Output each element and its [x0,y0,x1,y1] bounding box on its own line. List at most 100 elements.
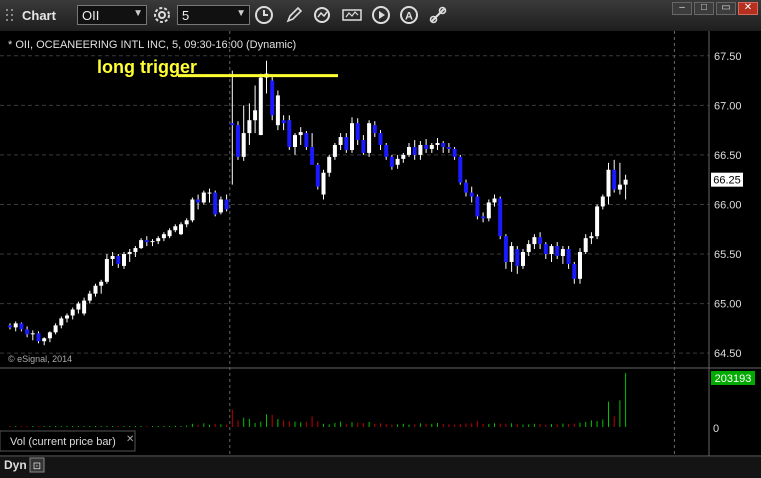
candle-down [19,323,24,330]
candle-up [258,77,263,136]
candle-up [253,110,258,121]
candle-up [549,246,554,255]
interval-input[interactable]: 5 ▼ [177,5,250,25]
maximize-button[interactable]: □ [694,2,714,15]
candle-up [110,255,115,259]
candle-up [156,238,161,242]
candle-down [270,80,275,116]
candle-up [600,196,605,207]
candle-down [424,144,429,149]
price-tick-label: 66.50 [714,150,742,162]
candle-down [503,236,508,262]
price-tick-label: 65.00 [714,299,742,311]
candle-down [566,249,571,264]
candle-up [59,318,64,326]
symbol-dropdown-icon[interactable]: ▼ [133,8,143,19]
candle-up [418,144,423,155]
draw-pencil-icon[interactable] [284,5,304,25]
candle-down [315,164,320,187]
interval-dropdown-icon[interactable]: ▼ [236,8,246,19]
candle-up [184,220,189,225]
candle-down [361,140,366,153]
candle-down [304,133,309,147]
candle-up [241,133,246,157]
candle-up [623,179,628,185]
candle-up [532,237,537,245]
candle-down [196,199,201,203]
alert-icon[interactable]: A [399,5,419,25]
price-tick-label: 64.50 [714,348,742,360]
time-axis-bar [0,457,761,478]
candle-down [555,246,560,256]
price-tick-label: 67.00 [714,100,742,112]
candle-down [612,169,617,190]
candle-down [144,240,149,243]
candle-down [116,255,121,264]
candle-down [441,143,446,147]
play-icon[interactable] [371,5,391,25]
price-tick-label: 67.50 [714,51,742,63]
svg-text:A: A [405,11,413,23]
candle-down [389,156,394,167]
candle-down [372,125,377,134]
candle-down [281,120,286,124]
candle-down [230,123,235,126]
candle-down [412,146,417,155]
volume-study-label[interactable]: Vol (current price bar) [10,436,116,448]
candle-up [127,252,132,255]
candle-up [367,123,372,153]
candle-up [122,254,126,266]
candle-up [275,95,280,126]
candle-up [179,224,183,235]
candle-down [224,199,229,210]
link-icon[interactable] [428,5,448,25]
window-title: Chart [22,8,56,23]
symbol-input[interactable]: OII ▼ [77,5,147,25]
candle-up [47,332,52,339]
candle-up [42,338,47,342]
candle-up [247,120,252,134]
candle-down [464,182,468,193]
candle-up [606,169,611,197]
long-trigger-label: long trigger [97,57,197,77]
candle-up [99,281,104,286]
study-tool-icon[interactable] [341,5,363,25]
candle-up [30,333,35,335]
price-tick-label: 66.00 [714,199,742,211]
candle-up [327,156,332,173]
candle-up [338,137,343,145]
candle-down [475,196,480,217]
refresh-chart-icon[interactable] [312,5,332,25]
candle-down [538,237,543,245]
candle-up [509,246,514,262]
symbol-settings-icon[interactable] [152,5,172,25]
candle-down [572,263,577,279]
interval-value: 5 [182,8,190,23]
candle-up [139,240,144,249]
candle-up [70,309,75,316]
candle-up [218,199,223,213]
restore-button[interactable]: ▭ [716,2,736,15]
candle-up [207,192,212,194]
dynamic-mode-label[interactable]: Dyn [4,458,27,472]
candle-up [395,158,400,165]
volume-axis-zero: 0 [713,423,719,435]
chart-toolbar: Chart OII ▼ 5 ▼ A – □ ▭ ✕ [0,0,761,32]
price-tick-label: 65.50 [714,249,742,261]
close-button[interactable]: ✕ [738,2,758,15]
minimize-button[interactable]: – [672,2,692,15]
candle-up [617,184,622,190]
chart-canvas[interactable]: 67.5067.0066.5066.0065.5065.0064.50 14:0… [0,31,761,478]
window-grip-icon[interactable] [5,8,15,22]
candle-down [236,125,240,157]
candle-up [93,285,98,294]
candle-up [429,144,434,149]
clock-icon[interactable] [254,5,274,25]
close-study-icon[interactable]: ✕ [126,434,134,445]
current-volume-value: 203193 [715,373,752,385]
candle-down [515,249,520,266]
candle-up [583,238,588,253]
candle-up [521,252,525,266]
candle-down [458,156,463,183]
candle-up [104,258,109,282]
